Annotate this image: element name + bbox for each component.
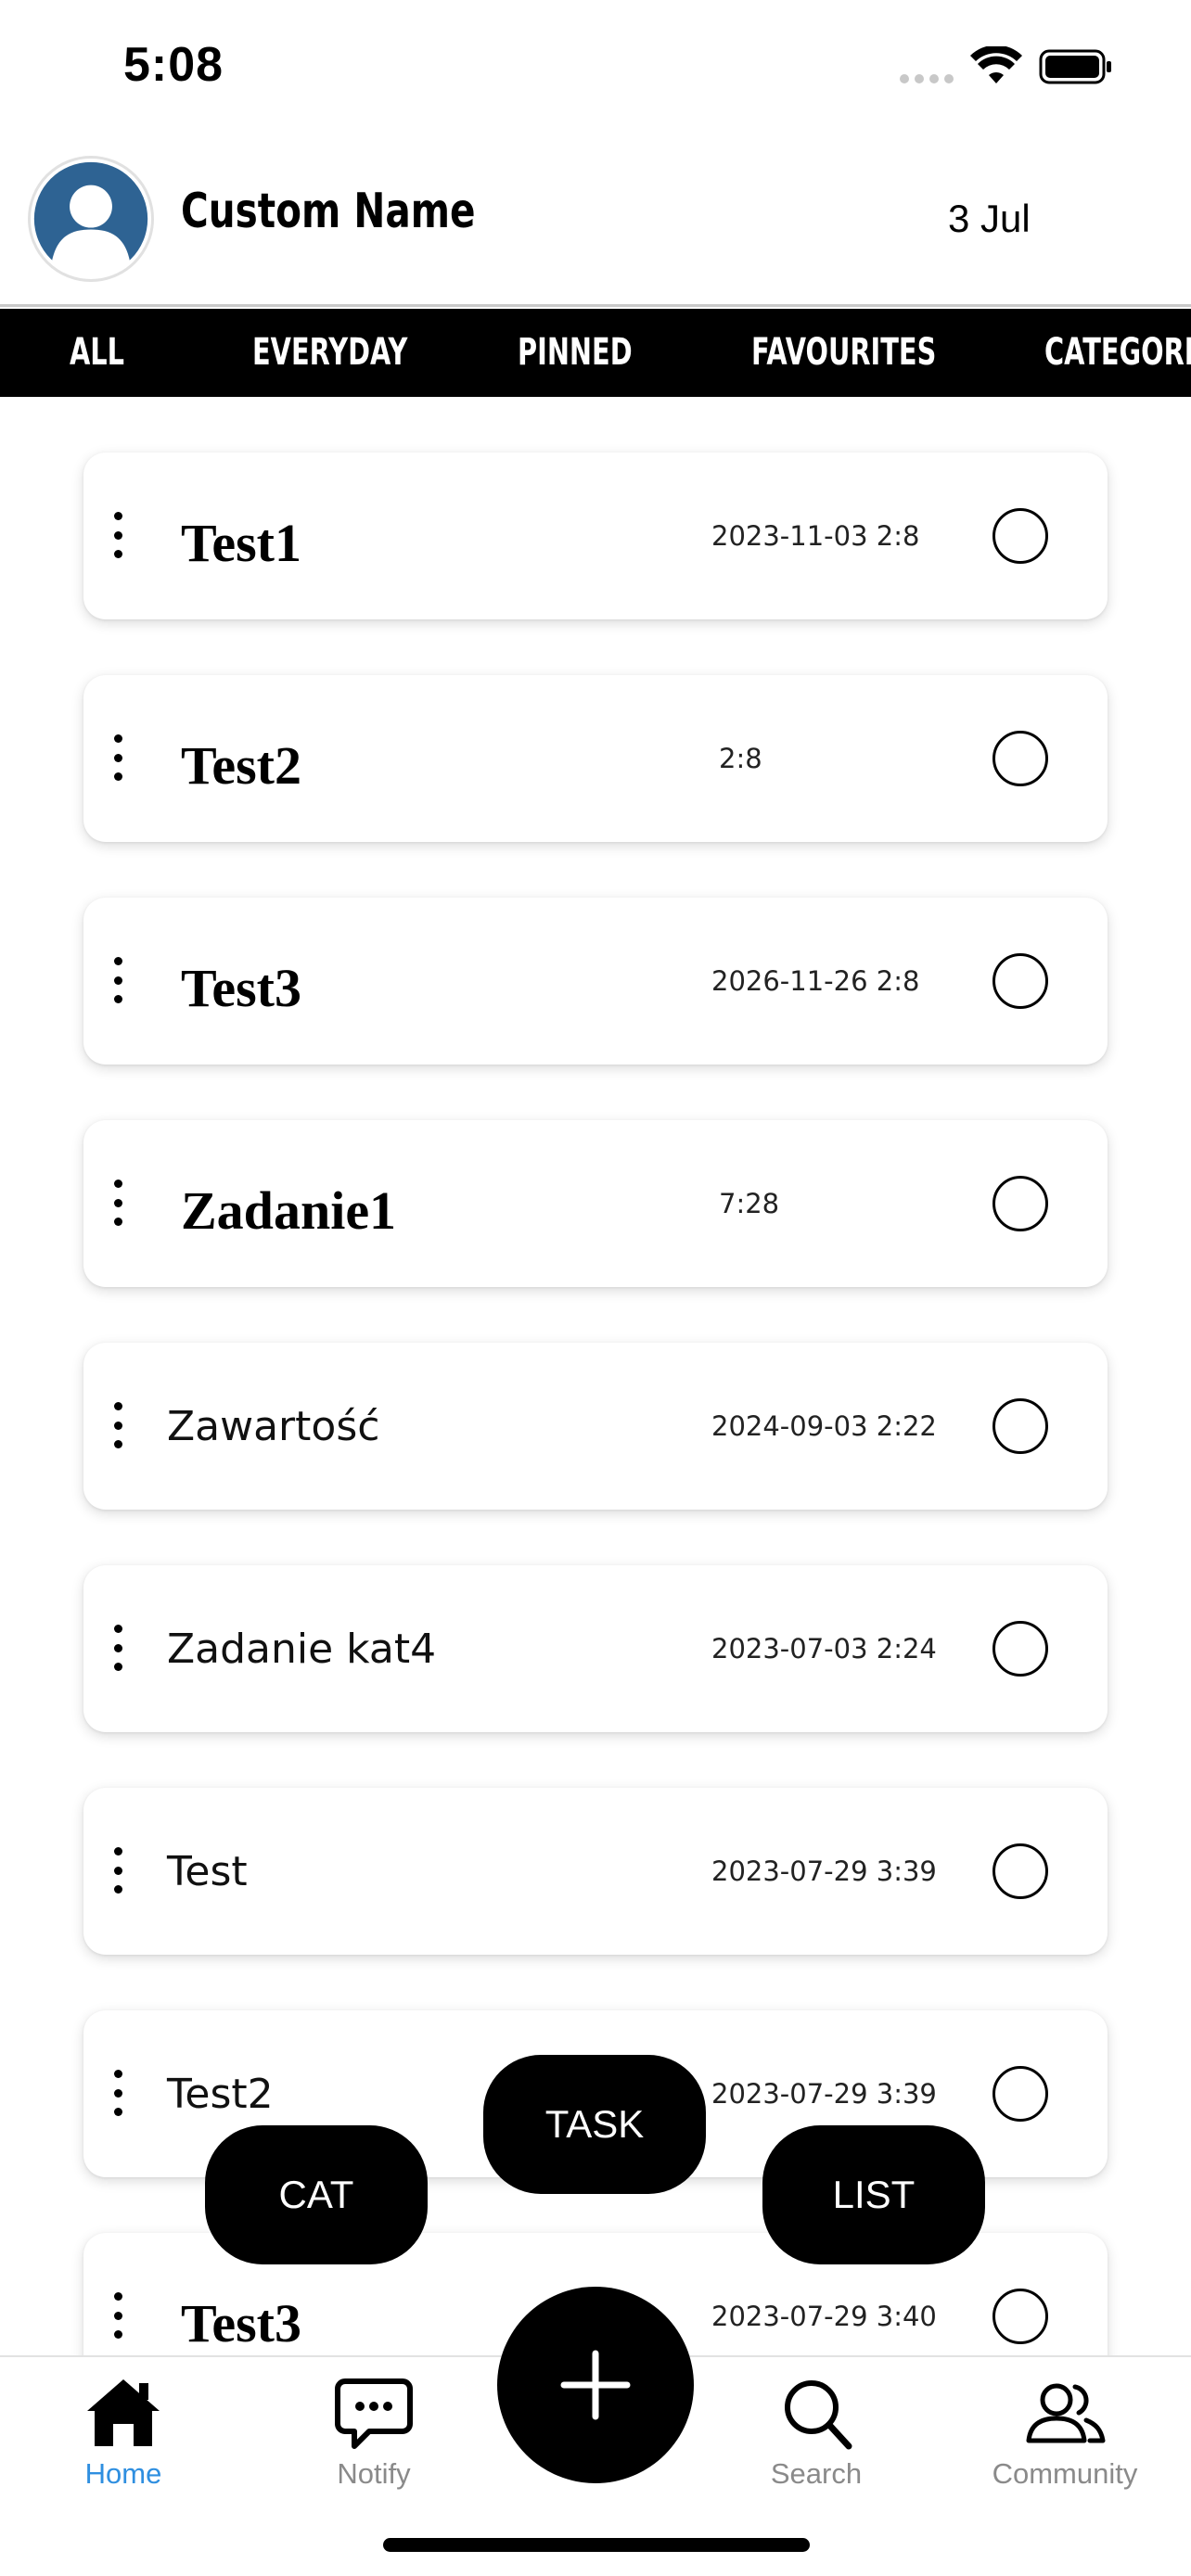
avatar[interactable] bbox=[28, 156, 154, 282]
more-options-icon[interactable] bbox=[104, 1402, 132, 1448]
wifi-icon bbox=[970, 46, 1022, 83]
app-header: Custom Name 3 Jul bbox=[0, 139, 1191, 307]
nav-community[interactable]: Community bbox=[972, 2357, 1158, 2506]
status-bar: 5:08 bbox=[0, 0, 1191, 139]
task-complete-checkbox[interactable] bbox=[992, 953, 1048, 1009]
more-options-icon[interactable] bbox=[104, 2070, 132, 2116]
app-screen: 5:08 Custom Name 3 Jul ALL EVERYDAY PINN… bbox=[0, 0, 1191, 2576]
more-options-icon[interactable] bbox=[104, 734, 132, 781]
task-complete-checkbox[interactable] bbox=[992, 508, 1048, 564]
home-icon bbox=[87, 2379, 160, 2446]
task-date: 2023-07-29 3:39 bbox=[711, 1855, 937, 1887]
task-complete-checkbox[interactable] bbox=[992, 1621, 1048, 1677]
plus-icon bbox=[560, 2350, 631, 2420]
home-indicator bbox=[383, 2538, 810, 2552]
task-complete-checkbox[interactable] bbox=[992, 731, 1048, 786]
user-name: Custom Name bbox=[181, 184, 476, 239]
nav-home-label: Home bbox=[84, 2457, 162, 2490]
task-date: 2023-11-03 2:8 bbox=[711, 520, 920, 552]
task-card[interactable]: Zawartość 2024-09-03 2:22 bbox=[83, 1343, 1108, 1510]
task-title: Zawartość bbox=[167, 1402, 380, 1450]
nav-notify-label: Notify bbox=[337, 2457, 411, 2490]
task-date: 2026-11-26 2:8 bbox=[711, 965, 920, 997]
task-title: Zadanie1 bbox=[181, 1180, 397, 1241]
add-list-button[interactable]: LIST bbox=[762, 2125, 985, 2264]
task-card[interactable]: Zadanie1 7:28 bbox=[83, 1120, 1108, 1287]
task-card[interactable]: Zadanie kat4 2023-07-03 2:24 bbox=[83, 1565, 1108, 1732]
more-options-icon[interactable] bbox=[104, 957, 132, 1003]
user-avatar-icon bbox=[33, 161, 148, 277]
task-title: Zadanie kat4 bbox=[167, 1625, 437, 1673]
task-date: 2023-07-03 2:24 bbox=[711, 1633, 937, 1664]
task-complete-checkbox[interactable] bbox=[992, 1176, 1048, 1231]
task-card[interactable]: Test2 2:8 bbox=[83, 675, 1108, 842]
nav-home[interactable]: Home bbox=[31, 2357, 216, 2506]
task-complete-checkbox[interactable] bbox=[992, 2289, 1048, 2344]
task-title: Test1 bbox=[181, 512, 301, 573]
task-complete-checkbox[interactable] bbox=[992, 2066, 1048, 2122]
add-task-button[interactable]: TASK bbox=[483, 2055, 706, 2194]
nav-community-label: Community bbox=[992, 2457, 1138, 2490]
header-date: 3 Jul bbox=[948, 197, 1031, 240]
task-date: 2:8 bbox=[719, 743, 762, 774]
nav-search[interactable]: Search bbox=[724, 2357, 909, 2506]
task-date: 7:28 bbox=[719, 1188, 780, 1219]
add-button[interactable] bbox=[497, 2287, 694, 2483]
chat-bubble-icon bbox=[335, 2378, 413, 2449]
status-time: 5:08 bbox=[123, 38, 224, 92]
community-icon bbox=[1026, 2383, 1106, 2443]
battery-icon bbox=[1039, 49, 1111, 84]
category-tab-bar: ALL EVERYDAY PINNED FAVOURITES CATEGORIE… bbox=[0, 309, 1191, 397]
task-title: Test3 bbox=[181, 957, 301, 1018]
task-card[interactable]: Test3 2026-11-26 2:8 bbox=[83, 898, 1108, 1065]
more-options-icon[interactable] bbox=[104, 1847, 132, 1894]
tab-everyday[interactable]: EVERYDAY bbox=[252, 309, 407, 397]
cellular-signal-icon bbox=[900, 74, 954, 83]
task-complete-checkbox[interactable] bbox=[992, 1398, 1048, 1454]
search-icon bbox=[785, 2380, 852, 2450]
more-options-icon[interactable] bbox=[104, 1180, 132, 1226]
more-options-icon[interactable] bbox=[104, 2292, 132, 2339]
nav-search-label: Search bbox=[770, 2457, 863, 2490]
tab-favourites[interactable]: FAVOURITES bbox=[751, 309, 936, 397]
task-title: Test2 bbox=[181, 734, 301, 796]
tab-all[interactable]: ALL bbox=[70, 309, 124, 397]
tab-pinned[interactable]: PINNED bbox=[518, 309, 633, 397]
tab-categories[interactable]: CATEGORIES bbox=[1044, 309, 1191, 397]
task-date: 2024-09-03 2:22 bbox=[711, 1410, 937, 1442]
add-category-button[interactable]: CAT bbox=[205, 2125, 428, 2264]
task-title: Test bbox=[167, 1847, 248, 1895]
task-complete-checkbox[interactable] bbox=[992, 1843, 1048, 1899]
more-options-icon[interactable] bbox=[104, 1625, 132, 1671]
task-card[interactable]: Test 2023-07-29 3:39 bbox=[83, 1788, 1108, 1955]
header-divider bbox=[0, 304, 1191, 307]
task-card[interactable]: Test1 2023-11-03 2:8 bbox=[83, 453, 1108, 619]
nav-notify[interactable]: Notify bbox=[281, 2357, 467, 2506]
more-options-icon[interactable] bbox=[104, 512, 132, 558]
